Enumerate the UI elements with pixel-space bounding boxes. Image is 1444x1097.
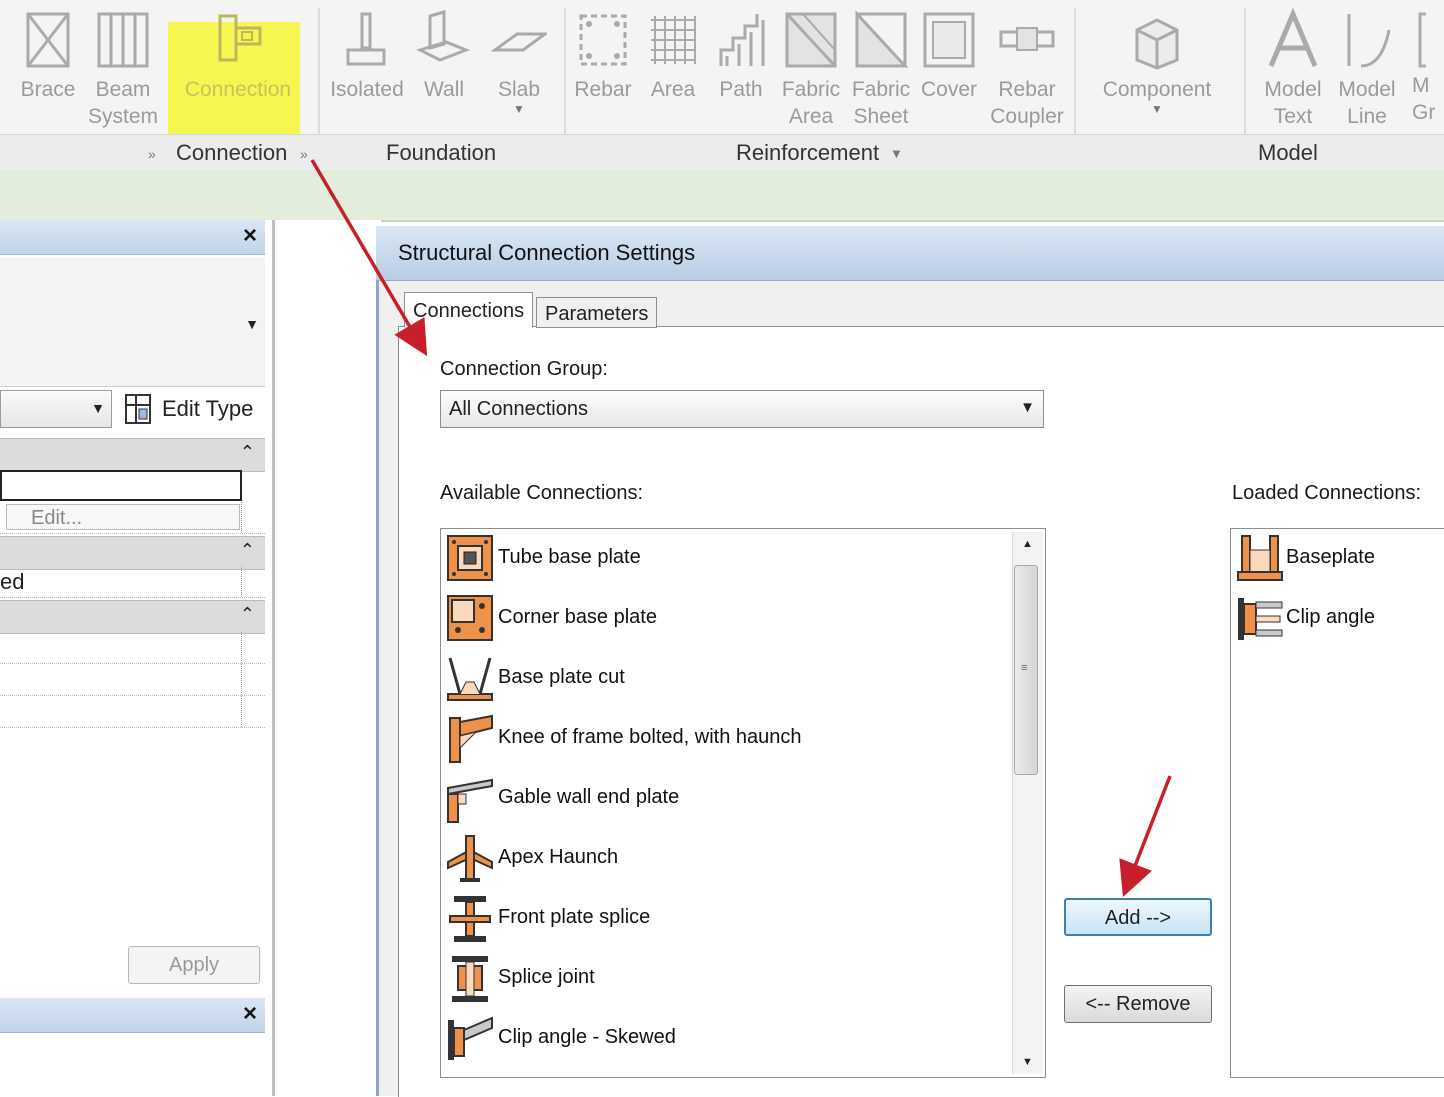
annotation-arrow <box>310 159 428 357</box>
annotation-arrow <box>1119 775 1172 898</box>
annotation-arrows <box>310 159 1172 898</box>
